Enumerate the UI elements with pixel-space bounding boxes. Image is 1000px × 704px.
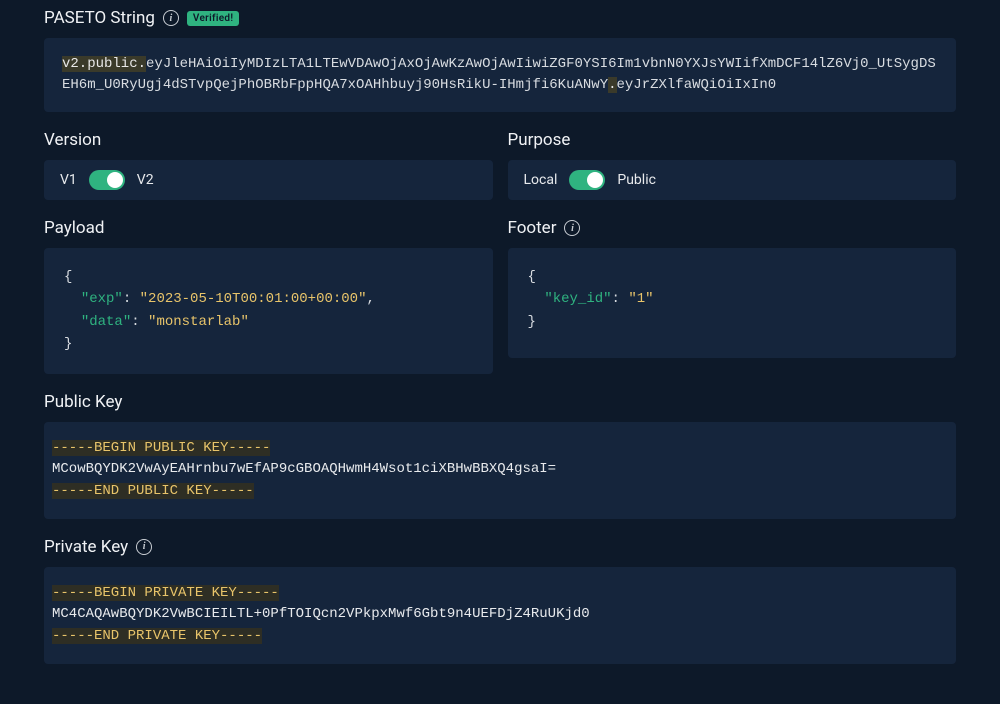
version-right-label: V2: [137, 172, 154, 188]
public-key-label: Public Key: [44, 392, 122, 412]
public-key-body: MCowBQYDK2VwAyEAHrnbu7wEfAP9cGBOAQHwmH4W…: [52, 461, 556, 477]
private-key-end: -----END PRIVATE KEY-----: [52, 628, 262, 644]
paseto-string-header: PASETO String i Verified!: [44, 8, 956, 28]
private-key-begin: -----BEGIN PRIVATE KEY-----: [52, 585, 279, 601]
payload-input[interactable]: { "exp": "2023-05-10T00:01:00+00:00", "d…: [44, 248, 493, 374]
purpose-right-label: Public: [617, 172, 656, 188]
paseto-string-input[interactable]: v2.public.eyJleHAiOiIyMDIzLTA1LTEwVDAwOj…: [44, 38, 956, 112]
info-icon[interactable]: i: [564, 220, 580, 236]
paseto-footer: eyJrZXlfaWQiOiIxIn0: [617, 77, 777, 93]
info-icon[interactable]: i: [136, 539, 152, 555]
public-key-input[interactable]: -----BEGIN PUBLIC KEY----- MCowBQYDK2VwA…: [44, 422, 956, 519]
version-left-label: V1: [60, 172, 77, 188]
toggle-handle: [587, 172, 603, 188]
purpose-left-label: Local: [524, 172, 558, 188]
public-key-end: -----END PUBLIC KEY-----: [52, 483, 254, 499]
purpose-header: Purpose: [508, 130, 957, 150]
public-key-begin: -----BEGIN PUBLIC KEY-----: [52, 440, 270, 456]
verified-badge: Verified!: [187, 11, 239, 26]
private-key-header: Private Key i: [44, 537, 956, 557]
private-key-label: Private Key: [44, 537, 128, 557]
footer-input[interactable]: { "key_id": "1" }: [508, 248, 957, 358]
private-key-body: MC4CAQAwBQYDK2VwBCIEILTL+0PfTOIQcn2VPkpx…: [52, 606, 590, 622]
payload-label: Payload: [44, 218, 104, 238]
version-toggle-panel: V1 V2: [44, 160, 493, 200]
version-toggle[interactable]: [89, 170, 125, 190]
paseto-footer-sep: .: [608, 77, 616, 93]
purpose-toggle-panel: Local Public: [508, 160, 957, 200]
info-icon[interactable]: i: [163, 10, 179, 26]
paseto-payload: eyJleHAiOiIyMDIzLTA1LTEwVDAwOjAxOjAwKzAw…: [62, 56, 936, 93]
paseto-prefix: v2.public.: [62, 56, 146, 72]
payload-header: Payload: [44, 218, 493, 238]
toggle-handle: [107, 172, 123, 188]
purpose-toggle[interactable]: [569, 170, 605, 190]
private-key-input[interactable]: -----BEGIN PRIVATE KEY----- MC4CAQAwBQYD…: [44, 567, 956, 664]
footer-label: Footer: [508, 218, 557, 238]
version-label: Version: [44, 130, 101, 150]
version-header: Version: [44, 130, 493, 150]
purpose-label: Purpose: [508, 130, 571, 150]
paseto-string-label: PASETO String: [44, 8, 155, 28]
public-key-header: Public Key: [44, 392, 956, 412]
footer-header: Footer i: [508, 218, 957, 238]
